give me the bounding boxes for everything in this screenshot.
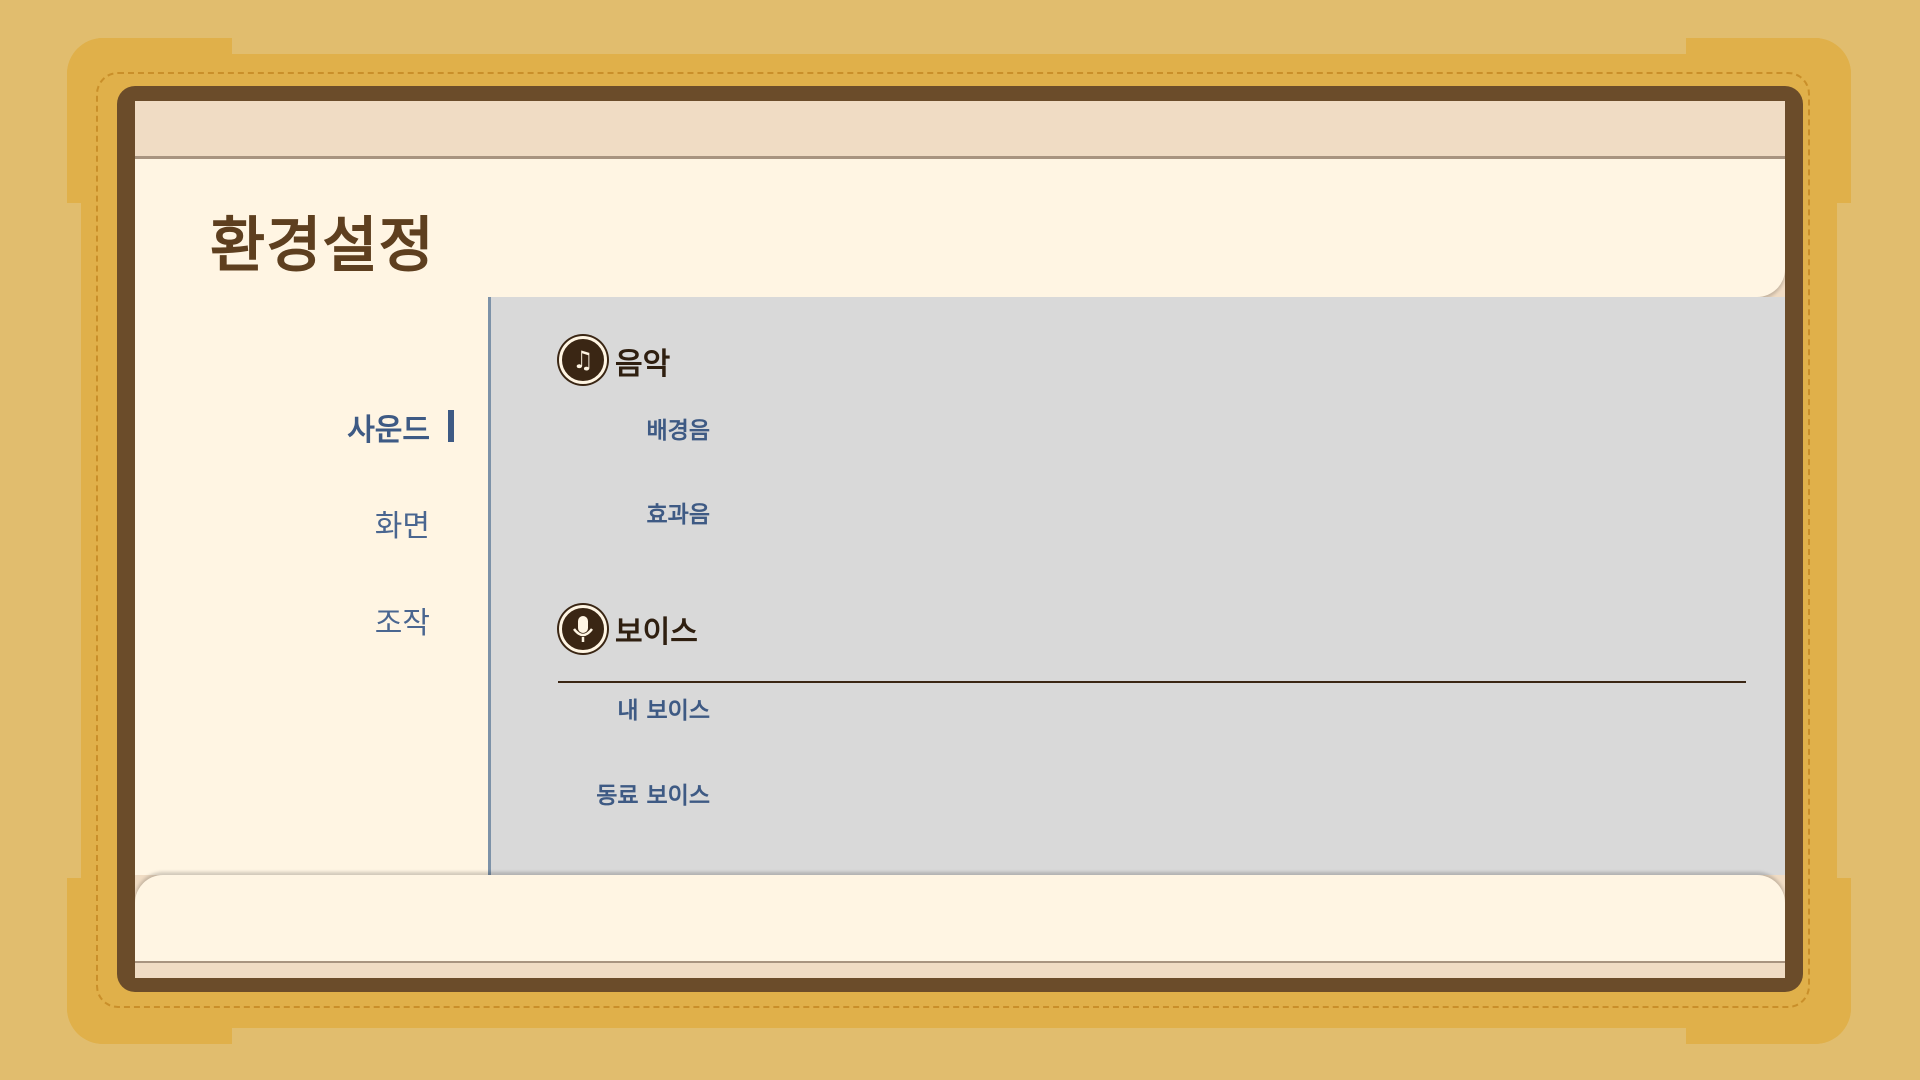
settings-header: 환경설정 xyxy=(135,159,1785,297)
music-note-icon: ♫ xyxy=(559,336,607,384)
sound-settings-panel: ♫ 음악 배경음 효과음 보이스 내 보이스 동료 보이스 xyxy=(491,297,1785,875)
my-voice-label: 내 보이스 xyxy=(617,698,710,724)
section-title-voice: 보이스 xyxy=(615,615,698,650)
sidebar-item-display[interactable]: 화면 xyxy=(375,501,430,545)
frame-notch xyxy=(232,38,1686,54)
microphone-icon xyxy=(559,605,607,653)
sidebar-item-sound[interactable]: 사운드 xyxy=(347,405,430,449)
active-indicator xyxy=(448,410,454,442)
frame-notch xyxy=(1837,203,1851,878)
settings-footer xyxy=(135,875,1785,961)
settings-sidebar: 사운드 화면 조작 xyxy=(135,297,491,875)
bottom-divider xyxy=(135,961,1785,963)
section-title-music: 음악 xyxy=(615,347,671,382)
settings-window: 환경설정 사운드 화면 조작 ♫ 음악 배경음 효과음 보이스 내 보이스 동료… xyxy=(135,101,1785,978)
teammate-voice-label: 동료 보이스 xyxy=(596,783,710,809)
bgm-label: 배경음 xyxy=(646,418,710,444)
page-title: 환경설정 xyxy=(210,211,435,281)
sidebar-item-controls[interactable]: 조작 xyxy=(375,598,430,642)
frame-notch xyxy=(67,203,81,878)
sfx-label: 효과음 xyxy=(646,502,710,528)
frame-notch xyxy=(232,1028,1686,1044)
section-divider xyxy=(558,681,1746,683)
